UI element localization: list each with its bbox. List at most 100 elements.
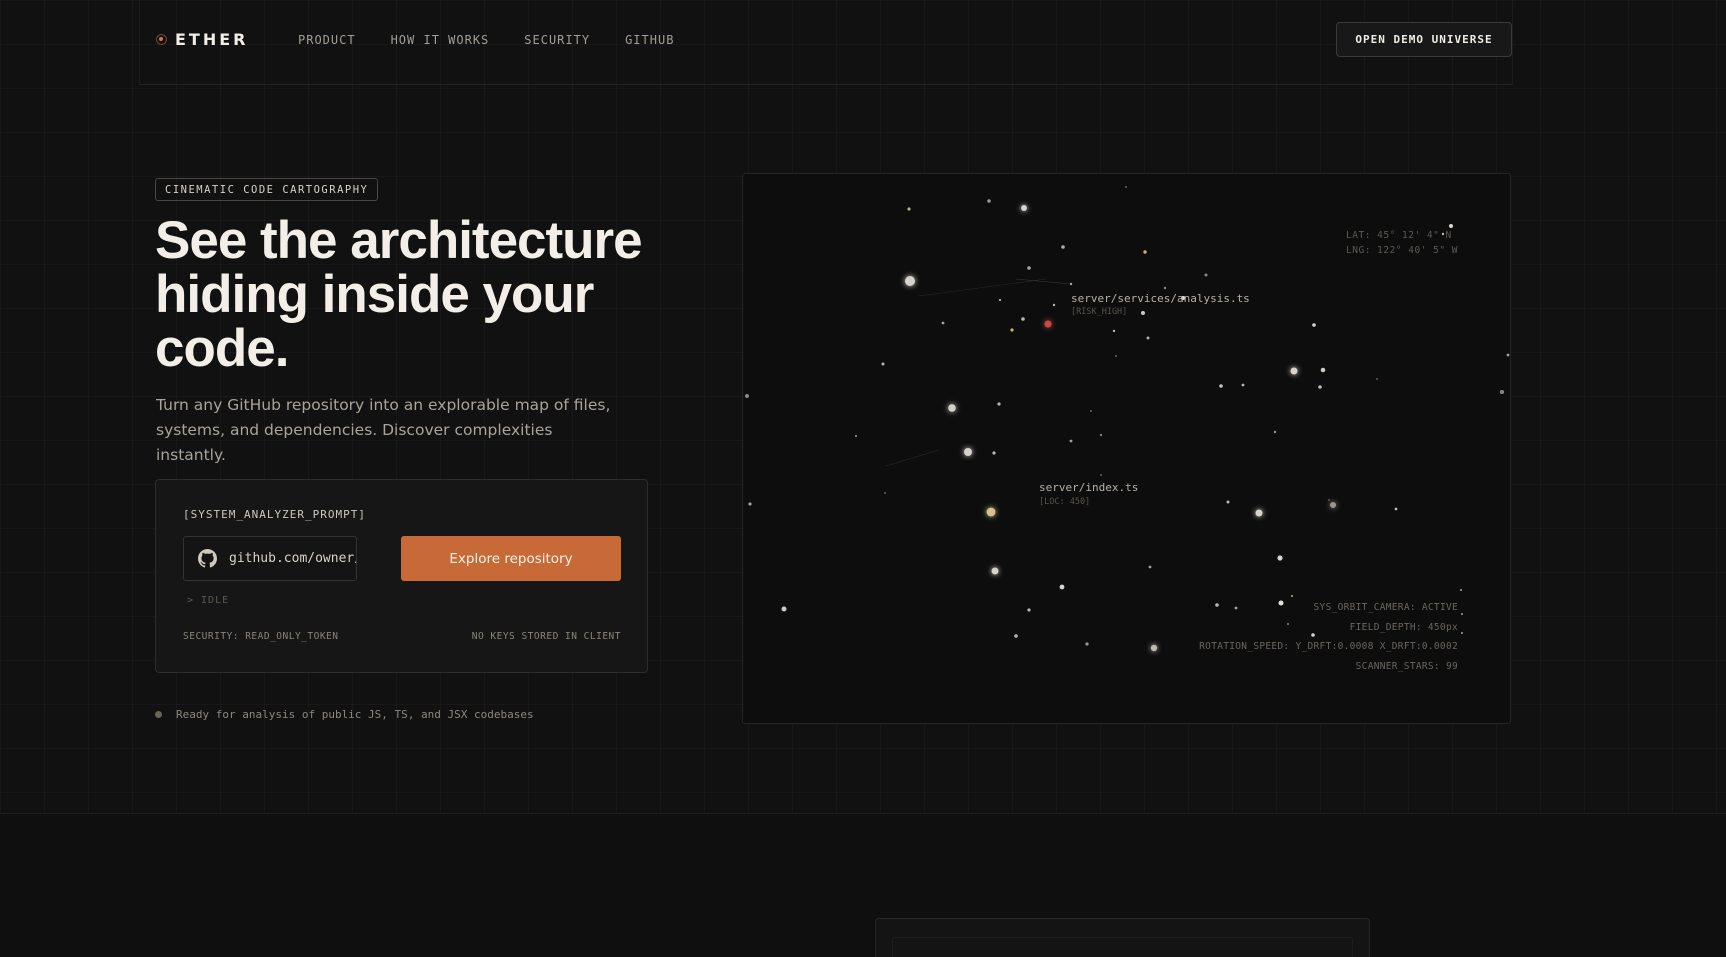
star-point xyxy=(1226,500,1230,504)
star-point xyxy=(1506,353,1510,357)
star-point xyxy=(1150,644,1158,652)
star-point xyxy=(1115,355,1117,357)
repo-input-wrapper[interactable] xyxy=(183,536,357,581)
risk-node[interactable] xyxy=(1044,320,1052,328)
star-point xyxy=(781,606,787,612)
analyzer-title: [SYSTEM_ANALYZER_PROMPT] xyxy=(183,508,366,521)
top-nav: ETHER PRODUCT HOW IT WORKS SECURITY GITH… xyxy=(139,0,1513,85)
telemetry-stars: SCANNER_STARS: 99 xyxy=(1355,660,1458,672)
ready-text: Ready for analysis of public JS, TS, and… xyxy=(176,708,534,721)
analyzer-status: > IDLE xyxy=(187,595,230,606)
star-point xyxy=(854,434,858,438)
star-point xyxy=(1460,631,1464,635)
star-point[interactable] xyxy=(964,448,972,456)
star-point xyxy=(1085,642,1089,646)
star-point xyxy=(998,298,1002,302)
star-point[interactable] xyxy=(1290,367,1298,375)
nav-link-security[interactable]: SECURITY xyxy=(524,33,590,47)
explore-repository-button[interactable]: Explore repository xyxy=(401,536,621,581)
star-point xyxy=(1090,410,1092,412)
star-point xyxy=(1328,499,1330,501)
star-point xyxy=(1027,608,1031,612)
node-label-analysis[interactable]: server/services/analysis.ts xyxy=(1071,292,1250,305)
star-point xyxy=(1291,595,1293,597)
star-point[interactable] xyxy=(986,507,996,517)
star-point xyxy=(884,492,886,494)
logo[interactable]: ETHER xyxy=(156,30,248,49)
star-point xyxy=(1112,329,1116,333)
star-point xyxy=(1312,323,1316,327)
star-point[interactable] xyxy=(948,404,956,412)
star-point xyxy=(1010,328,1014,332)
github-icon xyxy=(198,549,217,568)
node-tag-loc: [LOC: 450] xyxy=(1039,497,1091,507)
hero-subtitle: Turn any GitHub repository into an explo… xyxy=(156,393,626,468)
star-point xyxy=(1241,383,1245,387)
telemetry-rotation: ROTATION_SPEED: Y_DRFT:0.0008 X_DRFT:0.0… xyxy=(1199,641,1458,652)
telemetry-camera: SYS_ORBIT_CAMERA: ACTIVE xyxy=(1313,602,1458,613)
star-point xyxy=(1204,273,1208,277)
headline-line-2: hiding inside your xyxy=(155,265,594,324)
star-point xyxy=(1460,612,1464,616)
nav-link-product[interactable]: PRODUCT xyxy=(298,33,356,47)
subtitle-line-1: Turn any GitHub repository into an explo… xyxy=(156,396,611,414)
hero-headline: See the architecture hiding inside your … xyxy=(155,214,675,376)
star-point xyxy=(1069,282,1073,286)
star-point xyxy=(941,321,945,325)
node-label-index[interactable]: server/index.ts xyxy=(1039,481,1138,494)
headline-line-1: See the architecture xyxy=(155,211,643,270)
star-point xyxy=(748,502,752,506)
preview-panel xyxy=(875,918,1370,957)
star-point xyxy=(1277,555,1283,561)
code-map-canvas[interactable]: LAT: 45° 12' 4" N LNG: 122° 40' 5" W ser… xyxy=(742,173,1511,724)
star-point xyxy=(745,394,749,398)
star-point xyxy=(1148,565,1152,569)
star-point xyxy=(1376,378,1378,380)
telemetry-depth: FIELD_DEPTH: 450px xyxy=(1349,621,1458,633)
star-point[interactable] xyxy=(1255,509,1263,517)
star-point xyxy=(1459,588,1463,592)
star-point xyxy=(1069,439,1073,443)
star-point xyxy=(1500,390,1504,394)
star-point xyxy=(907,207,911,211)
hero-badge: CINEMATIC CODE CARTOGRAPHY xyxy=(155,178,379,201)
telemetry-readout: SYS_ORBIT_CAMERA: ACTIVE FIELD_DEPTH: 45… xyxy=(1199,598,1458,676)
subtitle-line-2: systems, and dependencies. Discover comp… xyxy=(156,421,553,464)
star-point[interactable] xyxy=(905,276,915,286)
star-point xyxy=(1394,507,1398,511)
status-dot-icon xyxy=(155,711,162,718)
ready-indicator: Ready for analysis of public JS, TS, and… xyxy=(155,708,534,721)
star-point xyxy=(1061,245,1065,249)
star-point xyxy=(881,362,885,366)
star-point xyxy=(1059,584,1065,590)
nav-links: PRODUCT HOW IT WORKS SECURITY GITHUB xyxy=(298,33,674,47)
coordinates-readout: LAT: 45° 12' 4" N LNG: 122° 40' 5" W xyxy=(1346,228,1458,258)
star-point xyxy=(992,451,996,455)
orbit-logo-icon xyxy=(156,34,167,45)
repo-url-input[interactable] xyxy=(229,551,356,566)
edge-line xyxy=(1015,278,1072,285)
edge-line xyxy=(885,449,940,467)
brand-name: ETHER xyxy=(175,30,249,49)
star-point xyxy=(1014,634,1018,638)
star-point[interactable] xyxy=(991,567,999,575)
analyzer-panel: [SYSTEM_ANALYZER_PROMPT] Explore reposit… xyxy=(155,479,648,673)
star-point xyxy=(1021,205,1027,211)
keys-note: NO KEYS STORED IN CLIENT xyxy=(471,631,621,642)
latitude-text: LAT: 45° 12' 4" N xyxy=(1346,230,1452,241)
star-point xyxy=(1219,384,1223,388)
star-point xyxy=(1146,336,1150,340)
star-point xyxy=(1163,286,1167,290)
star-point xyxy=(1273,430,1277,434)
nav-link-how-it-works[interactable]: HOW IT WORKS xyxy=(391,33,490,47)
open-demo-button[interactable]: OPEN DEMO UNIVERSE xyxy=(1336,22,1512,57)
nav-link-github[interactable]: GITHUB xyxy=(625,33,674,47)
star-point xyxy=(1027,266,1031,270)
security-note: SECURITY: READ_ONLY_TOKEN xyxy=(183,631,339,642)
star-point xyxy=(1100,474,1102,476)
node-tag-risk: [RISK_HIGH] xyxy=(1071,307,1128,317)
lower-section xyxy=(0,814,1726,957)
star-point xyxy=(1143,250,1147,254)
star-point xyxy=(1125,186,1127,188)
edge-line xyxy=(918,278,1047,297)
